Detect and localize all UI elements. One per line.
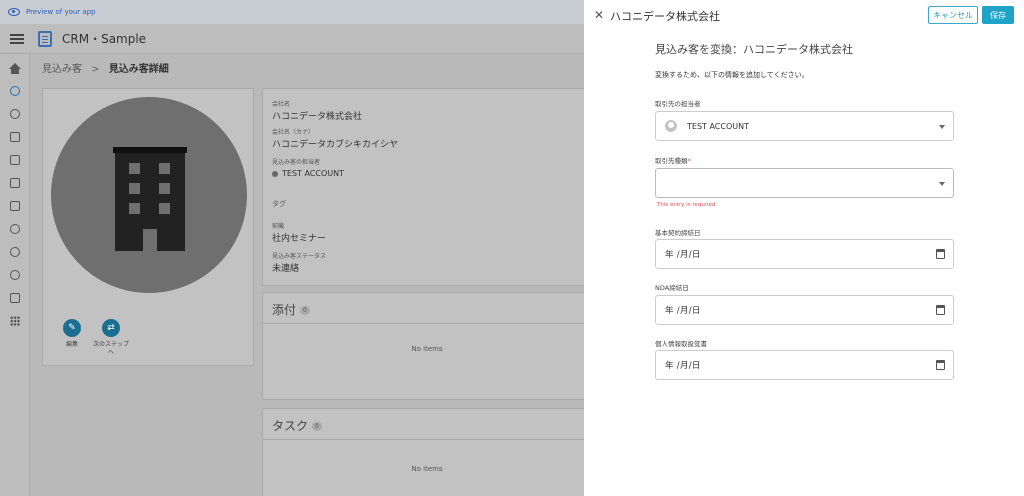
breadcrumb-separator: > <box>91 64 100 75</box>
info-icon[interactable] <box>0 263 30 286</box>
close-icon[interactable]: ✕ <box>594 9 606 21</box>
company-value: ハコニデータ株式会社 <box>272 112 363 122</box>
kana-label: 会社名（カナ） <box>272 129 315 136</box>
calendar-icon[interactable] <box>936 360 945 370</box>
attachments-count: 0 <box>300 306 310 315</box>
settings-icon[interactable] <box>0 240 30 263</box>
next-step-label: 次のステップへ <box>93 341 130 356</box>
preview-text: Preview of your app <box>26 8 96 16</box>
account-type-label-row: 取引先種類* <box>655 155 691 165</box>
feedback-icon[interactable] <box>0 286 30 309</box>
home-icon[interactable] <box>0 56 30 79</box>
apps-icon[interactable] <box>0 309 30 332</box>
chevron-down-icon <box>939 182 945 186</box>
nda-date-label: NDA締結日 <box>655 284 689 292</box>
account-icon[interactable] <box>0 125 30 148</box>
tasks-count: 0 <box>312 422 322 431</box>
company-label: 会社名 <box>272 101 291 108</box>
nda-date-value: 年 /月/日 <box>665 306 701 316</box>
info-card: 会社名 ハコニデータ株式会社 会社名（カナ） ハコニデータカブシキカイシヤ 見込… <box>262 88 592 286</box>
swap-icon[interactable]: ⇄ <box>102 319 120 337</box>
calendar-icon[interactable] <box>936 249 945 259</box>
user-avatar-icon <box>665 120 677 132</box>
user-icon <box>272 170 278 177</box>
cancel-button[interactable]: キャンセル <box>928 6 978 24</box>
privacy-doc-label: 個人情報取扱覚書 <box>655 340 707 348</box>
attachments-card: 添付 0 No items <box>262 292 592 400</box>
tasks-card: タスク 0 No items <box>262 408 592 496</box>
tag-label: タグ <box>272 200 286 208</box>
menu-icon[interactable] <box>10 32 24 46</box>
calendar-icon[interactable] <box>936 305 945 315</box>
contract-date-value: 年 /月/日 <box>665 250 701 260</box>
attachments-title: 添付 <box>272 303 297 317</box>
owner-value: TEST ACCOUNT <box>282 169 344 178</box>
privacy-doc-value: 年 /月/日 <box>665 361 701 371</box>
breadcrumb-current: 見込み客詳細 <box>108 64 169 75</box>
edit-action[interactable]: ✎ 編集 <box>57 319 87 349</box>
profile-card: ✎ 編集 ⇄ 次のステップへ <box>42 88 254 366</box>
account-type-error: This entry is required <box>657 202 716 208</box>
sidebar <box>0 54 30 496</box>
source-label: 契機 <box>272 223 285 230</box>
attachments-title-row: 添付 0 <box>272 301 310 318</box>
kana-value: ハコニデータカブシキカイシヤ <box>272 140 399 150</box>
company-avatar <box>51 97 247 293</box>
drawer-heading: 見込み客を変換：ハコニデータ株式会社 <box>655 43 853 56</box>
message-icon[interactable] <box>0 148 30 171</box>
contact-icon[interactable] <box>0 102 30 125</box>
account-type-select[interactable] <box>655 168 954 198</box>
breadcrumb-parent[interactable]: 見込み客 <box>42 64 82 75</box>
tasks-empty: No items <box>411 465 443 473</box>
edit-icon[interactable]: ✎ <box>63 319 81 337</box>
breadcrumb: 見込み客 > 見込み客詳細 <box>42 60 169 75</box>
convert-drawer: ✕ ハコニデータ株式会社 キャンセル 保存 見込み客を変換：ハコニデータ株式会社… <box>584 0 1024 496</box>
user-check-icon[interactable] <box>0 217 30 240</box>
nda-date-input[interactable]: 年 /月/日 <box>655 295 954 325</box>
drawer-title: ハコニデータ株式会社 <box>610 10 720 23</box>
source-value: 社内セミナー <box>272 234 327 244</box>
owner-value-row: TEST ACCOUNT <box>272 169 344 178</box>
tasks-title: タスク <box>272 419 309 433</box>
save-button[interactable]: 保存 <box>982 6 1014 24</box>
leads-icon[interactable] <box>0 79 30 102</box>
owner-label: 見込み客の担当者 <box>272 159 321 166</box>
status-value: 未連絡 <box>272 264 300 274</box>
next-step-action[interactable]: ⇄ 次のステップへ <box>93 319 129 357</box>
list-icon[interactable] <box>0 171 30 194</box>
owner-select-value: TEST ACCOUNT <box>687 121 749 131</box>
attachments-empty: No items <box>411 345 443 353</box>
building-icon <box>113 147 187 251</box>
tasks-title-row: タスク 0 <box>272 417 322 434</box>
required-mark: * <box>687 157 691 165</box>
document-icon[interactable] <box>0 194 30 217</box>
owner-select[interactable]: TEST ACCOUNT <box>655 111 954 141</box>
drawer-description: 変換するため、以下の情報を追加してください。 <box>655 71 809 79</box>
edit-label: 編集 <box>65 341 78 348</box>
status-label: 見込み客ステータス <box>272 253 327 260</box>
eye-icon <box>8 8 20 16</box>
app-icon <box>38 30 52 47</box>
chevron-down-icon <box>939 125 945 129</box>
account-type-label: 取引先種類 <box>655 157 688 165</box>
app-title: CRM・Sample <box>62 32 147 46</box>
owner-field-label: 取引先の担当者 <box>655 100 701 108</box>
contract-date-label: 基本契約締結日 <box>655 229 701 237</box>
contract-date-input[interactable]: 年 /月/日 <box>655 239 954 269</box>
privacy-doc-input[interactable]: 年 /月/日 <box>655 350 954 380</box>
